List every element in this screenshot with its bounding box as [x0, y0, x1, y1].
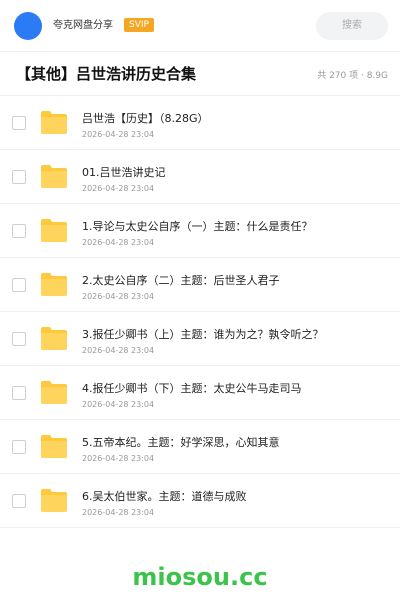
checkbox-icon[interactable]	[12, 494, 26, 508]
folder-icon	[41, 489, 67, 512]
username: 夸克网盘分享	[53, 20, 113, 31]
watermark: miosou.cc	[132, 563, 268, 591]
checkbox-icon[interactable]	[12, 386, 26, 400]
file-name[interactable]: 6.吴太伯世家。主题：道德与成败	[82, 490, 247, 504]
folder-icon	[41, 219, 67, 242]
file-date: 2026-04-28 23:04	[82, 292, 155, 301]
list-item[interactable]: 6.吴太伯世家。主题：道德与成败 2026-04-28 23:04	[0, 474, 400, 528]
file-date: 2026-04-28 23:04	[82, 184, 155, 193]
checkbox-icon[interactable]	[12, 224, 26, 238]
avatar[interactable]	[14, 12, 42, 40]
file-list: 吕世浩【历史】（8.28G） 2026-04-28 23:04 01.吕世浩讲史…	[0, 96, 400, 528]
top-bar: 夸克网盘分享 SVIP 搜索	[0, 0, 400, 52]
svip-badge: SVIP	[124, 18, 154, 32]
folder-icon	[41, 111, 67, 134]
folder-icon	[41, 165, 67, 188]
list-item[interactable]: 吕世浩【历史】（8.28G） 2026-04-28 23:04	[0, 96, 400, 150]
file-name[interactable]: 5.五帝本纪。主题：好学深思，心知其意	[82, 436, 280, 450]
search-input[interactable]: 搜索	[316, 12, 388, 40]
file-name[interactable]: 吕世浩【历史】（8.28G）	[82, 112, 209, 126]
checkbox-icon[interactable]	[12, 278, 26, 292]
file-date: 2026-04-28 23:04	[82, 130, 155, 139]
page-title: 【其他】吕世浩讲历史合集	[16, 65, 197, 83]
folder-icon	[41, 327, 67, 350]
file-name[interactable]: 01.吕世浩讲史记	[82, 166, 166, 180]
folder-icon	[41, 381, 67, 404]
folder-icon	[41, 435, 67, 458]
checkbox-icon[interactable]	[12, 170, 26, 184]
folder-icon	[41, 273, 67, 296]
file-date: 2026-04-28 23:04	[82, 238, 155, 247]
file-date: 2026-04-28 23:04	[82, 454, 155, 463]
list-item[interactable]: 4.报任少卿书（下）主题：太史公牛马走司马 2026-04-28 23:04	[0, 366, 400, 420]
list-item[interactable]: 5.五帝本纪。主题：好学深思，心知其意 2026-04-28 23:04	[0, 420, 400, 474]
file-name[interactable]: 2.太史公自序（二）主题：后世圣人君子	[82, 274, 280, 288]
file-name[interactable]: 1.导论与太史公自序（一）主题：什么是责任？	[82, 220, 313, 234]
file-date: 2026-04-28 23:04	[82, 346, 155, 355]
folder-header: 【其他】吕世浩讲历史合集 共 270 项 · 8.9G	[0, 52, 400, 96]
list-item[interactable]: 01.吕世浩讲史记 2026-04-28 23:04	[0, 150, 400, 204]
file-date: 2026-04-28 23:04	[82, 508, 155, 517]
checkbox-icon[interactable]	[12, 116, 26, 130]
list-item[interactable]: 1.导论与太史公自序（一）主题：什么是责任？ 2026-04-28 23:04	[0, 204, 400, 258]
list-item[interactable]: 2.太史公自序（二）主题：后世圣人君子 2026-04-28 23:04	[0, 258, 400, 312]
file-name[interactable]: 4.报任少卿书（下）主题：太史公牛马走司马	[82, 382, 302, 396]
file-date: 2026-04-28 23:04	[82, 400, 155, 409]
checkbox-icon[interactable]	[12, 440, 26, 454]
checkbox-icon[interactable]	[12, 332, 26, 346]
file-name[interactable]: 3.报任少卿书（上）主题：谁为为之？孰令听之？	[82, 328, 324, 342]
list-item[interactable]: 3.报任少卿书（上）主题：谁为为之？孰令听之？ 2026-04-28 23:04	[0, 312, 400, 366]
folder-meta: 共 270 项 · 8.9G	[317, 71, 388, 81]
